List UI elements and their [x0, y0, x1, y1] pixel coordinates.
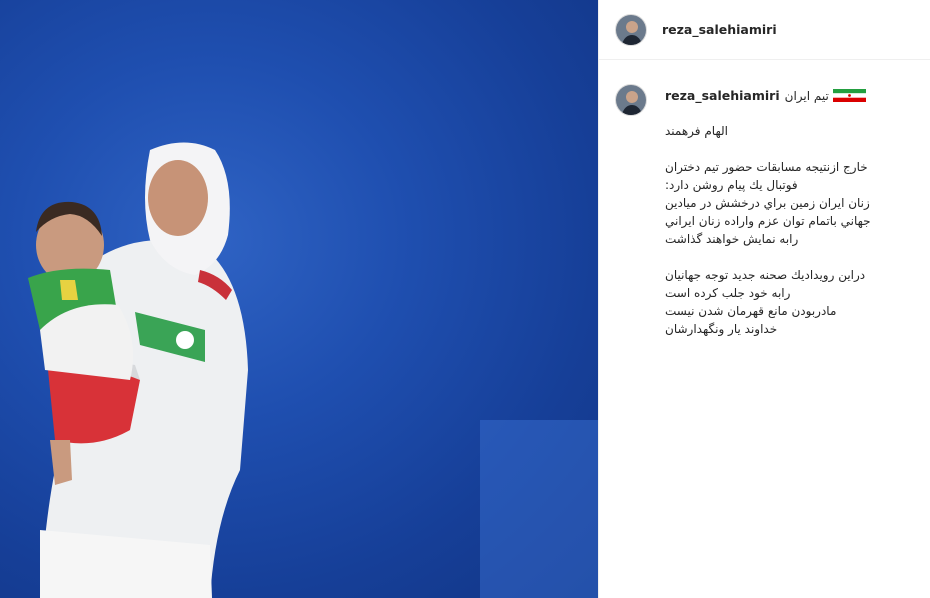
caption-line: رابه خود جلب كرده است	[665, 286, 791, 300]
caption-username[interactable]: reza_salehiamiri	[665, 88, 780, 103]
caption-gap	[665, 140, 913, 158]
caption-line: خداوند يار ونگهدارشان	[665, 322, 778, 336]
caption-team-text: تیم ایران	[784, 88, 829, 103]
caption-line: جهاني باتمام توان عزم واراده زنان ايراني	[665, 214, 871, 228]
caption-line: خارج ازنتیجه مسابقات حضور تیم دختران	[665, 160, 868, 174]
caption-gap	[665, 248, 913, 266]
post-photo	[28, 142, 598, 598]
profile-avatar[interactable]	[615, 13, 647, 46]
caption-line: دراين رويداديك صحنه جديد توجه جهانيان	[665, 268, 866, 282]
iran-flag-icon	[832, 89, 866, 102]
caption-line: فوتبال يك پيام روشن دارد:	[665, 178, 798, 192]
avatar-icon	[616, 85, 646, 115]
post-media[interactable]	[0, 0, 598, 598]
caption-line: الهام فرهمند	[665, 124, 728, 138]
post-side-panel: reza_salehiamiri reza_salehiamiri تیم ای…	[598, 0, 930, 598]
caption-avatar[interactable]	[615, 84, 647, 116]
caption-header: reza_salehiamiri تیم ایران	[665, 88, 866, 103]
post-header: reza_salehiamiri	[599, 0, 930, 60]
caption-line: زنان ایران زمين براي درخشش در ميادين	[665, 196, 870, 210]
caption-line: رابه نمايش خواهند گذاشت	[665, 232, 799, 246]
caption-line: مادربودن مانع قهرمان شدن نيست	[665, 304, 837, 318]
caption-body: الهام فرهمند خارج ازنتیجه مسابقات حضور ت…	[665, 122, 913, 338]
avatar-icon	[616, 14, 646, 45]
header-username[interactable]: reza_salehiamiri	[662, 22, 777, 37]
